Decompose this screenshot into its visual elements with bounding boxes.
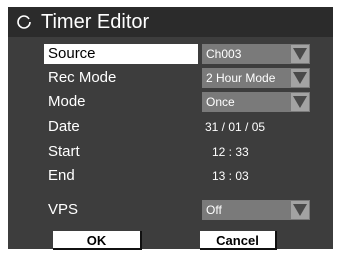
- row-end[interactable]: End 13 : 03: [44, 165, 326, 187]
- ok-button[interactable]: OK: [53, 231, 142, 250]
- row-source[interactable]: Source Ch003: [44, 43, 326, 65]
- source-dropdown[interactable]: Ch003: [202, 44, 310, 64]
- mode-value: Once: [206, 95, 235, 109]
- source-value: Ch003: [206, 47, 242, 61]
- chevron-down-icon[interactable]: [291, 93, 309, 111]
- rec-mode-dropdown[interactable]: 2 Hour Mode: [202, 68, 310, 88]
- vps-value: Off: [206, 203, 222, 217]
- rec-mode-value: 2 Hour Mode: [206, 71, 276, 85]
- row-date[interactable]: Date 31 / 01 / 05: [44, 116, 326, 138]
- chevron-down-icon[interactable]: [291, 69, 309, 87]
- start-time-value[interactable]: 12 : 33: [212, 141, 249, 163]
- vps-label: VPS: [48, 201, 79, 218]
- row-rec-mode[interactable]: Rec Mode 2 Hour Mode: [44, 67, 326, 89]
- timer-editor-screen: Timer Editor Source Ch003 Rec Mode 2 Hou…: [8, 7, 333, 250]
- mode-dropdown[interactable]: Once: [202, 92, 310, 112]
- mode-label: Mode: [48, 93, 86, 110]
- vps-dropdown[interactable]: Off: [202, 200, 310, 220]
- source-label: Source: [48, 45, 96, 62]
- date-value[interactable]: 31 / 01 / 05: [205, 116, 265, 138]
- chevron-down-icon[interactable]: [291, 201, 309, 219]
- title-bar: Timer Editor: [8, 7, 333, 37]
- end-label: End: [48, 167, 75, 184]
- rec-mode-label: Rec Mode: [48, 69, 117, 86]
- timer-icon: [16, 14, 32, 30]
- date-label: Date: [48, 118, 80, 135]
- row-start[interactable]: Start 12 : 33: [44, 141, 326, 163]
- start-label: Start: [48, 143, 80, 160]
- page-title: Timer Editor: [41, 11, 150, 33]
- end-time-value[interactable]: 13 : 03: [212, 165, 249, 187]
- row-mode[interactable]: Mode Once: [44, 91, 326, 113]
- row-vps[interactable]: VPS Off: [44, 199, 326, 221]
- cancel-button[interactable]: Cancel: [200, 231, 277, 250]
- chevron-down-icon[interactable]: [291, 45, 309, 63]
